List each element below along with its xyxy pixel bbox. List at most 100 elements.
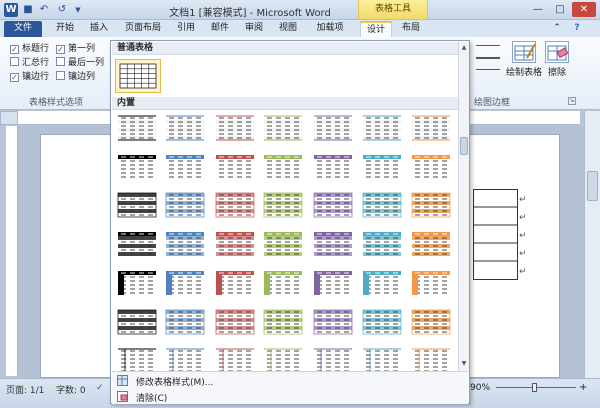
tab-design[interactable]: 设计 <box>360 21 392 37</box>
table-style-thumbnail[interactable] <box>117 114 157 142</box>
table-style-thumbnail[interactable] <box>263 269 303 297</box>
table-style-thumbnail[interactable] <box>411 230 451 258</box>
last-column-checkbox[interactable]: 最后一列 <box>56 57 104 69</box>
clear-style-menu-item[interactable]: 清除(C) <box>114 389 464 404</box>
page-count[interactable]: 页面: 1/1 <box>6 383 44 396</box>
line-style-preview[interactable] <box>476 45 500 46</box>
table-style-thumbnail[interactable] <box>117 230 157 258</box>
table-style-thumbnail[interactable] <box>117 269 157 297</box>
table-style-thumbnail[interactable] <box>215 230 255 258</box>
table-style-preview <box>118 115 156 141</box>
paragraph-mark-icon: ↵ <box>519 249 527 259</box>
table-style-thumbnail[interactable] <box>362 230 402 258</box>
table-style-thumbnail[interactable] <box>362 308 402 336</box>
customize-qat-icon[interactable]: ▼ <box>72 4 84 16</box>
table-style-thumbnail[interactable] <box>165 114 205 142</box>
table-style-thumbnail[interactable] <box>117 191 157 219</box>
table-style-preview <box>166 155 204 179</box>
table-style-thumbnail[interactable] <box>215 191 255 219</box>
table-style-thumbnail[interactable] <box>362 153 402 181</box>
table-style-thumbnail[interactable] <box>313 308 353 336</box>
table-style-thumbnail[interactable] <box>263 308 303 336</box>
table-style-thumbnail[interactable] <box>215 114 255 142</box>
table-style-thumbnail[interactable] <box>215 308 255 336</box>
table-style-preview <box>118 271 156 295</box>
table-style-thumbnail[interactable] <box>215 153 255 181</box>
table-style-thumbnail[interactable] <box>313 114 353 142</box>
gallery-scrollbar-thumb[interactable] <box>460 137 468 155</box>
tab-home[interactable]: 开始 <box>50 21 80 37</box>
table-style-thumbnail[interactable] <box>313 153 353 181</box>
table-style-thumbnail[interactable] <box>313 230 353 258</box>
table-style-thumbnail[interactable] <box>411 114 451 142</box>
redo-icon[interactable]: ↺ <box>56 4 68 16</box>
table-style-thumbnail[interactable] <box>165 153 205 181</box>
borders-dialog-launcher-icon[interactable]: ↘ <box>568 97 576 105</box>
table-style-thumbnail[interactable] <box>165 308 205 336</box>
tab-selector[interactable] <box>0 111 18 125</box>
scroll-up-icon[interactable]: ▲ <box>460 44 468 51</box>
gallery-scrollbar[interactable]: ▲ ▼ <box>458 42 469 371</box>
tab-page-layout[interactable]: 页面布局 <box>120 21 166 37</box>
tab-review[interactable]: 审阅 <box>240 21 268 37</box>
draw-table-button[interactable]: 绘制表格 <box>506 41 542 78</box>
draw-table-icon <box>512 41 536 63</box>
table-style-thumbnail[interactable] <box>411 308 451 336</box>
scrollbar-thumb[interactable] <box>587 171 598 201</box>
tab-references[interactable]: 引用 <box>172 21 200 37</box>
tab-layout[interactable]: 布局 <box>396 21 426 37</box>
line-weight-preview[interactable] <box>476 57 500 59</box>
table-style-thumbnail[interactable] <box>117 153 157 181</box>
table-style-thumbnail[interactable] <box>362 114 402 142</box>
banded-rows-checkbox[interactable]: ✓ 镶边行 <box>10 71 49 83</box>
word-count[interactable]: 字数: 0 <box>56 383 86 396</box>
maximize-button[interactable]: □ <box>550 2 570 17</box>
table-style-thumbnail[interactable] <box>165 230 205 258</box>
eraser-button[interactable]: 擦除 <box>544 41 570 78</box>
save-icon[interactable]: ■ <box>22 4 34 16</box>
pen-color-preview[interactable] <box>476 69 500 70</box>
vertical-ruler[interactable] <box>6 126 18 376</box>
table-style-thumbnail[interactable] <box>215 269 255 297</box>
zoom-level[interactable]: 90% <box>470 383 490 393</box>
header-row-checkbox[interactable]: ✓ 标题行 <box>10 43 49 55</box>
table-style-thumbnail[interactable] <box>263 230 303 258</box>
table-style-thumbnail[interactable] <box>165 191 205 219</box>
document-table[interactable] <box>473 189 523 281</box>
banded-columns-checkbox[interactable]: 镶边列 <box>56 71 95 83</box>
minimize-ribbon-icon[interactable]: ⌃ <box>550 21 564 37</box>
table-style-thumbnail[interactable] <box>362 191 402 219</box>
first-column-checkbox[interactable]: ✓ 第一列 <box>56 43 95 55</box>
help-icon[interactable]: ? <box>570 21 584 37</box>
table-style-thumbnail[interactable] <box>263 153 303 181</box>
proofing-icon[interactable]: ✓ <box>96 383 104 393</box>
zoom-in-icon[interactable]: + <box>579 382 587 393</box>
scroll-down-icon[interactable]: ▼ <box>460 360 468 367</box>
table-style-thumbnail[interactable] <box>411 269 451 297</box>
table-style-preview <box>264 155 302 179</box>
table-style-thumbnail[interactable] <box>411 191 451 219</box>
tab-insert[interactable]: 插入 <box>84 21 114 37</box>
tab-addins[interactable]: 加载项 <box>310 21 350 37</box>
zoom-slider-thumb[interactable] <box>532 383 537 392</box>
tab-view[interactable]: 视图 <box>274 21 302 37</box>
close-button[interactable]: ✕ <box>572 2 596 17</box>
document-vertical-scrollbar[interactable] <box>584 111 600 378</box>
table-style-thumbnail[interactable] <box>263 191 303 219</box>
modify-table-style-menu-item[interactable]: 修改表格样式(M)... <box>114 373 464 388</box>
total-row-checkbox[interactable]: 汇总行 <box>10 57 49 69</box>
table-style-thumbnail[interactable] <box>263 114 303 142</box>
table-style-thumbnail[interactable] <box>313 269 353 297</box>
undo-icon[interactable]: ↶ <box>38 4 50 16</box>
tab-mailings[interactable]: 邮件 <box>206 21 234 37</box>
table-style-normal[interactable] <box>115 59 161 93</box>
table-style-thumbnail[interactable] <box>313 191 353 219</box>
word-app-icon[interactable]: W <box>4 3 18 17</box>
table-style-thumbnail[interactable] <box>165 269 205 297</box>
table-style-thumbnail[interactable] <box>362 269 402 297</box>
minimize-button[interactable]: — <box>528 2 548 17</box>
table-style-thumbnail[interactable] <box>117 308 157 336</box>
table-style-thumbnail[interactable] <box>411 153 451 181</box>
checkbox-checked-icon: ✓ <box>10 45 19 54</box>
tab-file[interactable]: 文件 <box>4 21 42 37</box>
